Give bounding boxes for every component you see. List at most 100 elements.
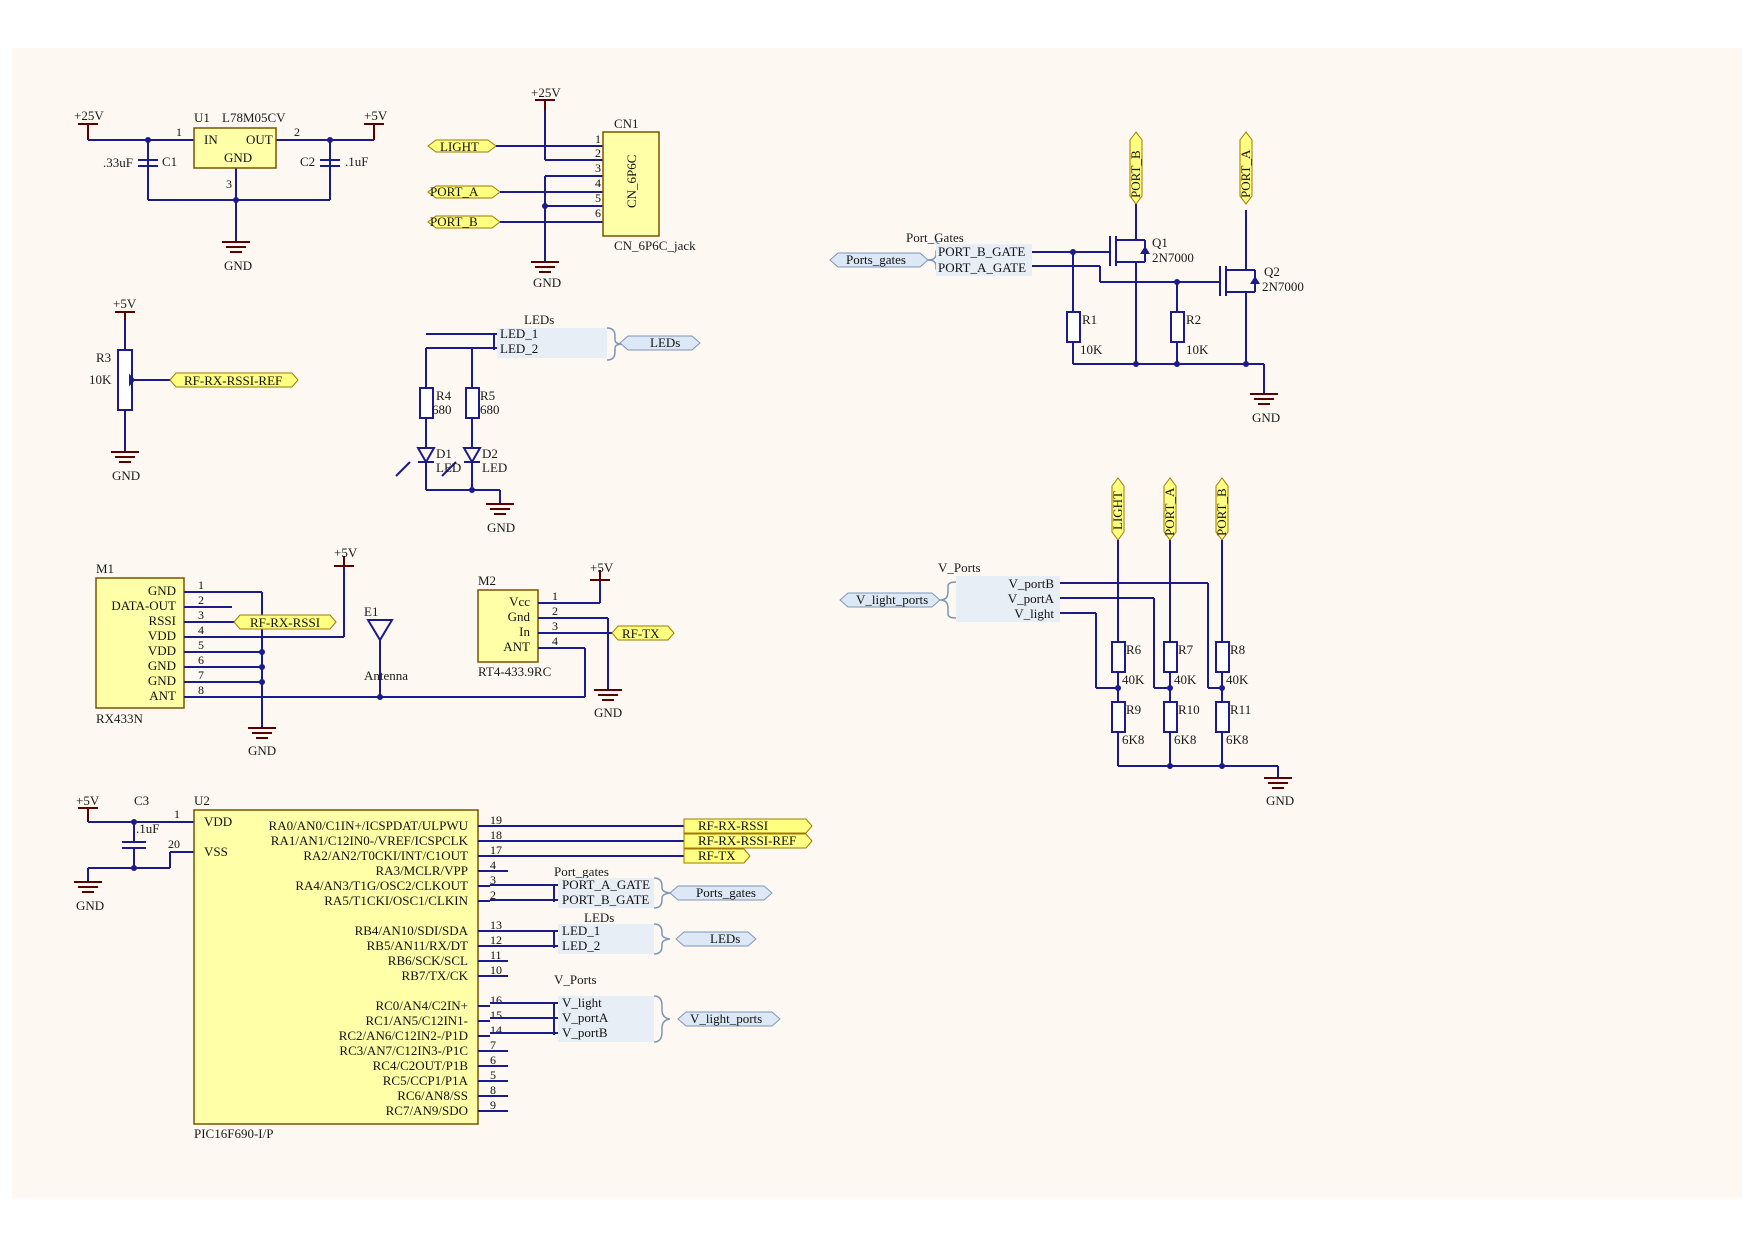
m1-p5v-label: +5V bbox=[334, 545, 358, 560]
p5v-label: +5V bbox=[364, 108, 388, 123]
r6-ref: R6 bbox=[1126, 642, 1142, 657]
r5-value: 680 bbox=[480, 402, 500, 417]
port-gates-member-2: PORT_A_GATE bbox=[938, 260, 1026, 275]
r9-body bbox=[1111, 701, 1126, 733]
cn1-part: CN_6P6C_jack bbox=[614, 238, 696, 253]
net-rf-tx-label: RF-TX bbox=[622, 626, 660, 641]
mcu-leds-port-label: LEDs bbox=[710, 931, 740, 946]
port-gates-bus-name: Port_Gates bbox=[906, 230, 964, 245]
net-rssi-ref-pot-label: RF-RX-RSSI-REF bbox=[184, 373, 282, 388]
leds-bus-name: LEDs bbox=[524, 312, 554, 327]
u2-pin-name-14: RC4/C2OUT/P1B bbox=[373, 1058, 469, 1073]
cn1-body-label: CN_6P6C bbox=[624, 155, 639, 208]
m2-pin-3: In bbox=[519, 624, 530, 639]
m2-num-3: 3 bbox=[552, 619, 558, 633]
r8-body bbox=[1215, 641, 1230, 673]
cn1-pin2: 2 bbox=[595, 146, 601, 160]
r5-ref: R5 bbox=[480, 388, 495, 403]
leds-bus-port-label: LEDs bbox=[650, 335, 680, 350]
u2-pin-name-12: RC2/AN6/C12IN2-/P1D bbox=[339, 1028, 468, 1043]
r6-body bbox=[1111, 641, 1126, 673]
pot-p5v-label: +5V bbox=[113, 296, 137, 311]
u2-pin-num-2: 17 bbox=[490, 843, 502, 857]
c2-ref: C2 bbox=[300, 154, 315, 169]
u1-gnd-label: GND bbox=[224, 258, 252, 273]
m1-num-8: 8 bbox=[198, 683, 204, 697]
u1-part: L78M05CV bbox=[222, 110, 286, 125]
q2-ref: Q2 bbox=[1264, 264, 1280, 279]
e1-label: Antenna bbox=[364, 668, 408, 683]
q2-value: 2N7000 bbox=[1262, 279, 1304, 294]
r9-value: 6K8 bbox=[1122, 732, 1144, 747]
u2-pin-name-13: RC3/AN7/C12IN3-/P1C bbox=[339, 1043, 468, 1058]
m1-pin-1: GND bbox=[148, 583, 176, 598]
u2-pin-num-13: 7 bbox=[490, 1038, 496, 1052]
v-ports-member-1: V_portB bbox=[1009, 576, 1055, 591]
mcu-vports-port-label: V_light_ports bbox=[690, 1011, 762, 1026]
u2-pin-name-1: RA1/AN1/C12IN0-/VREF/ICSPCLK bbox=[271, 833, 469, 848]
p25v-label: +25V bbox=[74, 108, 104, 123]
net-port-b-q1-label: PORT_B bbox=[1128, 150, 1143, 198]
m1-pin-8: ANT bbox=[149, 688, 176, 703]
m1-part: RX433N bbox=[96, 711, 144, 726]
r11-body bbox=[1215, 701, 1230, 733]
mcu-vports-member-2: V_portA bbox=[562, 1010, 609, 1025]
cn1-pin1: 1 bbox=[595, 132, 601, 146]
r2-body bbox=[1170, 311, 1185, 343]
net-mcu-tx-label: RF-TX bbox=[698, 848, 736, 863]
r4-value: 680 bbox=[432, 402, 452, 417]
net-rf-rx-rssi-label: RF-RX-RSSI bbox=[250, 615, 320, 630]
m1-pin-4: VDD bbox=[148, 628, 176, 643]
mcu-ports-gates-port-label: Ports_gates bbox=[696, 885, 756, 900]
u2-pin-num-10: 16 bbox=[490, 993, 502, 1007]
u1-pin3-num: 3 bbox=[226, 177, 232, 191]
u2-pin-num-0: 19 bbox=[490, 813, 502, 827]
m1-ref: M1 bbox=[96, 561, 114, 576]
u2-pin-num-8: 11 bbox=[490, 948, 502, 962]
u1-pin2-num: 2 bbox=[294, 125, 300, 139]
u2-pin-name-17: RC7/AN9/SDO bbox=[386, 1103, 468, 1118]
m2-pin-4: ANT bbox=[503, 639, 530, 654]
u1-pin-gnd: GND bbox=[224, 150, 252, 165]
u2-pin-name-16: RC6/AN8/SS bbox=[397, 1088, 468, 1103]
u2-pin-name-15: RC5/CCP1/P1A bbox=[383, 1073, 469, 1088]
cn1-pin4: 4 bbox=[595, 176, 601, 190]
c3-value: .1uF bbox=[136, 821, 159, 836]
dividers-gnd-label: GND bbox=[1266, 793, 1294, 808]
r3-value: 10K bbox=[89, 372, 112, 387]
e1-ref: E1 bbox=[364, 604, 378, 619]
cn1-pin5: 5 bbox=[595, 191, 601, 205]
m2-num-1: 1 bbox=[552, 589, 558, 603]
u2-pin-num-17: 9 bbox=[490, 1098, 496, 1112]
net-port-a-label: PORT_A bbox=[430, 184, 479, 199]
net-port-b-label: PORT_B bbox=[430, 214, 478, 229]
u2-pin-num-16: 8 bbox=[490, 1083, 496, 1097]
u2-pin-num-3: 4 bbox=[490, 858, 496, 872]
net-port-a-q2-label: PORT_A bbox=[1238, 149, 1253, 198]
m2-p5v-label: +5V bbox=[590, 560, 614, 575]
c2-value: .1uF bbox=[345, 154, 368, 169]
d1-value: LED bbox=[436, 460, 461, 475]
m1-num-5: 5 bbox=[198, 638, 204, 652]
u2-pin-name-11: RC1/AN5/C12IN1- bbox=[365, 1013, 468, 1028]
u2-pin-name-9: RB7/TX/CK bbox=[402, 968, 469, 983]
mcu-port-gates-member-1: PORT_A_GATE bbox=[562, 877, 650, 892]
u1-ref: U1 bbox=[194, 110, 210, 125]
r11-ref: R11 bbox=[1230, 702, 1251, 717]
m2-gnd-label: GND bbox=[594, 705, 622, 720]
v-ports-member-2: V_portA bbox=[1008, 591, 1055, 606]
net-light-label: LIGHT bbox=[440, 139, 479, 154]
r1-ref: R1 bbox=[1082, 312, 1097, 327]
u2-pin-name-10: RC0/AN4/C2IN+ bbox=[375, 998, 468, 1013]
u2-pin1-num: 1 bbox=[174, 807, 180, 821]
mcu-p5v-label: +5V bbox=[76, 793, 100, 808]
u2-part: PIC16F690-I/P bbox=[194, 1126, 273, 1141]
schematic-sheet: +25V +5V C1 .33uF C2 .1uF IN OUT GND U1 … bbox=[12, 48, 1742, 1198]
r6-value: 40K bbox=[1122, 672, 1145, 687]
r7-ref: R7 bbox=[1178, 642, 1194, 657]
v-ports-member-3: V_light bbox=[1014, 606, 1054, 621]
port-gates-member-1: PORT_B_GATE bbox=[938, 244, 1025, 259]
m1-pin-7: GND bbox=[148, 673, 176, 688]
r10-value: 6K8 bbox=[1174, 732, 1196, 747]
r1-value: 10K bbox=[1080, 342, 1103, 357]
